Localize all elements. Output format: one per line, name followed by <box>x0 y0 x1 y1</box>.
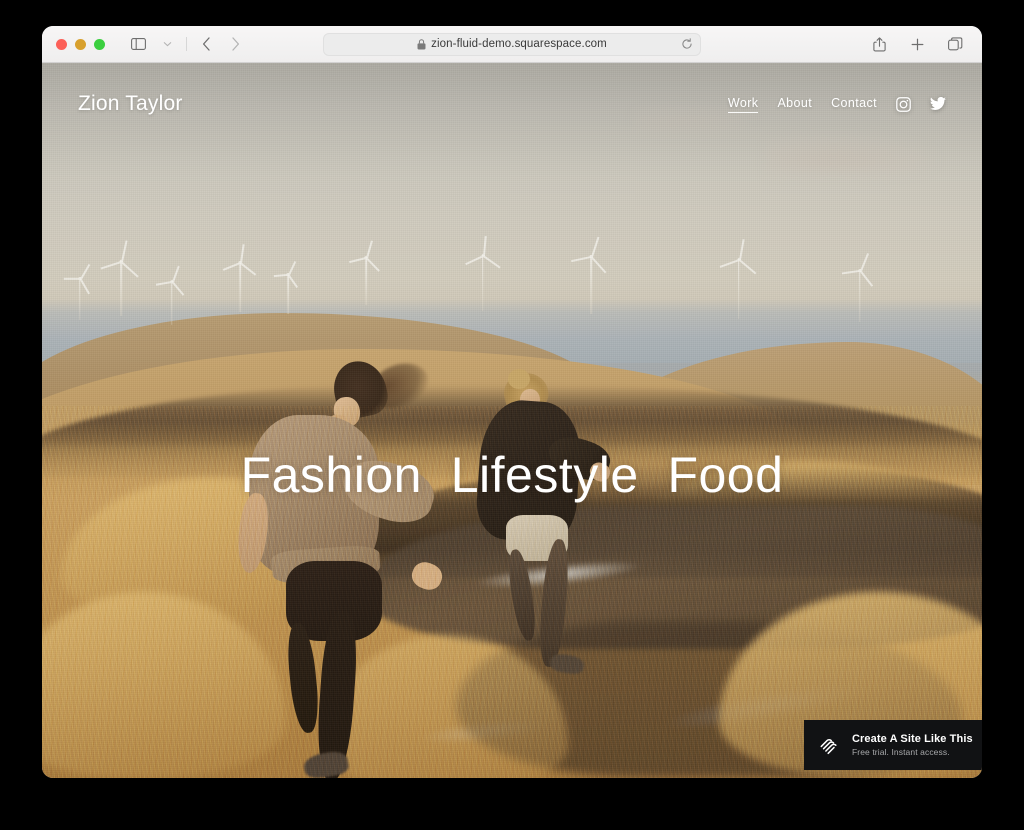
zoom-window-button[interactable] <box>94 39 105 50</box>
instagram-icon[interactable] <box>896 97 911 112</box>
wind-turbine <box>352 257 380 305</box>
squarespace-promo-badge[interactable]: Create A Site Like This Free trial. Inst… <box>804 720 982 770</box>
nav-link-about[interactable]: About <box>777 96 812 113</box>
toolbar-right-actions <box>866 32 968 56</box>
address-bar-url[interactable]: zion-fluid-demo.squarespace.com <box>431 38 607 50</box>
wind-turbine <box>275 274 301 314</box>
browser-window: zion-fluid-demo.squarespace.com <box>42 26 982 778</box>
site-logo[interactable]: Zion Taylor <box>78 92 183 116</box>
forward-arrow-icon[interactable] <box>222 32 248 56</box>
wind-turbine <box>846 270 874 322</box>
address-bar-field[interactable]: zion-fluid-demo.squarespace.com <box>323 33 701 56</box>
squarespace-logo-icon <box>818 733 842 757</box>
site-navigation: Work About Contact <box>728 96 946 113</box>
chevron-down-icon[interactable] <box>154 32 180 56</box>
website-viewport: Zion Taylor Work About Contact <box>42 63 982 778</box>
promo-title: Create A Site Like This <box>852 733 973 745</box>
wind-turbine <box>576 256 606 314</box>
toolbar-divider <box>186 37 187 51</box>
wind-turbine <box>158 281 186 325</box>
minimize-window-button[interactable] <box>75 39 86 50</box>
share-icon[interactable] <box>866 32 892 56</box>
close-window-button[interactable] <box>56 39 67 50</box>
tabs-icon[interactable] <box>942 32 968 56</box>
window-controls <box>56 39 105 50</box>
nav-link-contact[interactable]: Contact <box>831 96 877 113</box>
wind-turbine <box>66 278 94 320</box>
hero-headline: Fashion Lifestyle Food <box>42 446 982 504</box>
promo-subtitle: Free trial. Instant access. <box>852 747 973 757</box>
navigation-controls <box>125 32 248 56</box>
twitter-icon[interactable] <box>930 97 946 111</box>
wind-turbine <box>104 260 138 316</box>
lock-icon <box>417 39 426 50</box>
plus-icon[interactable] <box>904 32 930 56</box>
back-arrow-icon[interactable] <box>193 32 219 56</box>
browser-toolbar: zion-fluid-demo.squarespace.com <box>42 26 982 63</box>
wind-turbine <box>225 262 255 312</box>
sidebar-icon[interactable] <box>125 32 151 56</box>
hero-background-image <box>42 63 982 778</box>
reload-icon[interactable] <box>681 38 693 50</box>
nav-link-work[interactable]: Work <box>728 96 759 113</box>
wind-turbine <box>724 259 754 319</box>
site-header: Zion Taylor Work About Contact <box>42 63 982 145</box>
address-bar[interactable]: zion-fluid-demo.squarespace.com <box>323 33 701 56</box>
wind-turbine <box>468 255 498 311</box>
